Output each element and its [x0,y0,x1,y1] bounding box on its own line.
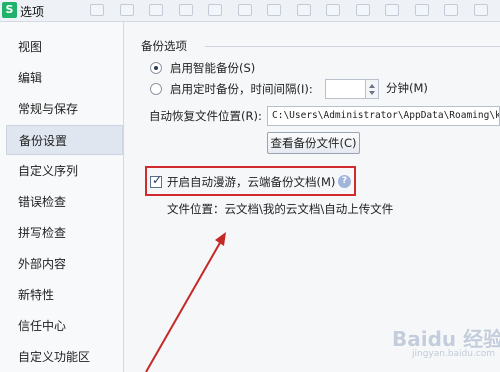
recovery-location-field[interactable]: C:\Users\Administrator\AppData\Roaming\k… [267,106,500,126]
toolbar-icon [414,4,429,16]
view-backup-files-button[interactable]: 查看备份文件(C) [267,132,360,154]
cloud-roam-label[interactable]: 开启自动漫游，云端备份文档(M) [167,174,335,190]
sidebar-item-customize-ribbon[interactable]: 自定义功能区 [6,342,123,372]
timed-backup-label: 启用定时备份，时间间隔(I): [170,82,313,96]
smart-backup-label: 启用智能备份(S) [170,61,256,75]
toolbar-icon [267,4,281,16]
sidebar-item-external-content[interactable]: 外部内容 [6,249,123,279]
section-divider [205,46,500,47]
smart-backup-option[interactable]: 启用智能备份(S) [150,59,270,77]
sidebar-item-general-save[interactable]: 常规与保存 [6,94,123,124]
options-sidebar: 视图 编辑 常规与保存 备份设置 自定义序列 错误检查 拼写检查 外部内容 新特… [0,22,124,372]
watermark-main: Baidu 经验 [392,327,500,351]
minute-label: 分钟(M) [386,81,428,95]
toolbar-icon [444,4,458,16]
timed-backup-radio[interactable] [150,83,162,95]
spinner-down-icon[interactable] [369,91,375,95]
sidebar-item-new-features[interactable]: 新特性 [6,280,123,310]
file-location-text: 文件位置：云文档\我的云文档\自动上传文件 [167,202,394,216]
toolbar-icon [473,4,488,16]
checkmark-icon: ✓ [152,173,163,187]
toolbar-icon [385,4,399,16]
toolbar-icon [355,4,370,16]
title-bar: S 选项 [0,0,500,22]
help-icon[interactable]: ? [338,175,351,188]
sidebar-item-trust-center[interactable]: 信任中心 [6,311,123,341]
toolbar-icon [90,4,104,16]
sidebar-item-spell-check[interactable]: 拼写检查 [6,218,123,248]
section-title: 备份选项 [141,39,187,53]
sidebar-item-edit[interactable]: 编辑 [6,63,123,93]
toolbar-icon [119,4,134,16]
toolbar-icon [208,4,222,16]
toolbar-icon [326,4,340,16]
recovery-location-label: 自动恢复文件位置(R): [149,109,262,123]
baidu-watermark: Baidu 经验 jingyan.baidu.com [382,323,500,369]
window-title: 选项 [20,5,45,19]
toolbar-icon [178,4,193,16]
sidebar-item-backup-settings[interactable]: 备份设置 [6,125,123,155]
interval-input[interactable] [325,79,366,99]
interval-spinner[interactable] [366,79,379,99]
timed-backup-option[interactable]: 启用定时备份，时间间隔(I): [150,80,320,98]
smart-backup-radio[interactable] [150,62,162,74]
sidebar-item-custom-lists[interactable]: 自定义序列 [6,156,123,186]
app-logo-icon: S [2,2,17,18]
watermark-sub: jingyan.baidu.com [412,349,496,359]
spinner-up-icon[interactable] [369,84,375,88]
toolbar-icon [296,4,311,16]
toolbar-icon [149,4,163,16]
sidebar-item-error-checking[interactable]: 错误检查 [6,187,123,217]
blurred-toolbar [90,4,500,19]
toolbar-icon [237,4,252,16]
sidebar-item-view[interactable]: 视图 [6,32,123,62]
